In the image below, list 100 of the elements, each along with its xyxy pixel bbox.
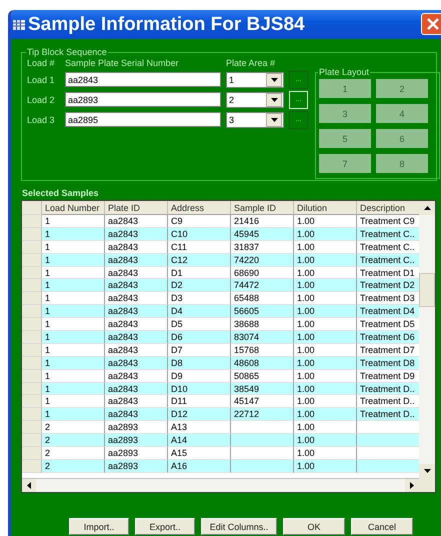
dialog-button[interactable]: Cancel: [351, 518, 413, 535]
table-cell: aa2843: [105, 331, 168, 344]
table-cell: D4: [168, 305, 231, 318]
table-cell: A16: [168, 460, 231, 473]
row-header[interactable]: [22, 318, 42, 332]
table-cell: C12: [168, 254, 231, 267]
table-cell: 1: [42, 408, 105, 422]
table-cell: 38549: [231, 382, 294, 396]
scroll-right-icon[interactable]: [410, 482, 414, 489]
load-label: Load 2: [27, 94, 56, 104]
table-cell: 1: [42, 228, 105, 241]
row-header[interactable]: [22, 305, 42, 318]
dialog-button[interactable]: OK: [283, 518, 345, 535]
table-cell: 1.00: [294, 254, 357, 267]
table-cell: 74220: [231, 254, 294, 267]
area-dropdown[interactable]: 3: [226, 112, 284, 128]
row-header[interactable]: [22, 434, 42, 448]
row-header[interactable]: [22, 215, 42, 228]
column-header[interactable]: Description: [357, 201, 419, 215]
scroll-left-icon[interactable]: [27, 482, 31, 489]
table-cell: aa2843: [105, 382, 168, 396]
table-cell: 1.00: [294, 331, 357, 344]
table-cell: 48608: [231, 356, 294, 370]
horizontal-scrollbar[interactable]: [22, 478, 419, 492]
scroll-down-icon[interactable]: [424, 469, 430, 473]
column-header[interactable]: Address: [168, 201, 231, 215]
table-cell: 1: [42, 254, 105, 267]
area-dropdown[interactable]: 1: [226, 72, 284, 88]
row-header[interactable]: [22, 266, 42, 280]
row-header[interactable]: [22, 292, 42, 306]
row-header[interactable]: [22, 240, 42, 254]
table-cell: aa2843: [105, 305, 168, 318]
scroll-up-icon[interactable]: [424, 206, 430, 210]
row-header[interactable]: [22, 447, 42, 460]
row-header[interactable]: [22, 460, 42, 473]
row-header[interactable]: [22, 279, 42, 292]
row-header: [22, 201, 42, 215]
serial-field[interactable]: aa2843: [65, 72, 221, 87]
table-cell: 83074: [231, 331, 294, 344]
column-label: Plate Area #: [226, 58, 276, 68]
table-cell: 1.00: [294, 279, 357, 292]
table-cell: 1.00: [294, 305, 357, 318]
row-header[interactable]: [22, 408, 42, 422]
scroll-thumb[interactable]: [419, 273, 435, 307]
dropdown-arrow-icon: [270, 98, 278, 102]
table-cell: C10: [168, 228, 231, 241]
table-cell: 1: [42, 305, 105, 318]
table-cell: 56605: [231, 305, 294, 318]
row-header[interactable]: [22, 370, 42, 383]
dropdown-arrow-icon: [270, 78, 278, 82]
table-cell: 1.00: [294, 382, 357, 396]
row-header[interactable]: [22, 382, 42, 396]
app-icon: [13, 18, 25, 30]
table-cell: aa2893: [105, 434, 168, 448]
table-cell: D2: [168, 279, 231, 292]
dropdown-arrow-icon: [270, 118, 278, 122]
column-header[interactable]: Sample ID: [231, 201, 294, 215]
table-cell: 2: [42, 460, 105, 473]
table-cell: 1.00: [294, 228, 357, 241]
table-cell: aa2843: [105, 408, 168, 422]
window-title: Sample Information For BJS84: [28, 14, 305, 36]
column-label: Load #: [27, 58, 56, 68]
row-header[interactable]: [22, 395, 42, 408]
row-header[interactable]: [22, 228, 42, 241]
column-header[interactable]: Plate ID: [105, 201, 168, 215]
serial-field[interactable]: aa2893: [65, 92, 221, 107]
table-cell: 2: [42, 434, 105, 448]
table-cell: 45945: [231, 228, 294, 241]
table-cell: aa2843: [105, 356, 168, 370]
row-header[interactable]: [22, 331, 42, 344]
dialog-button[interactable]: Import..: [69, 518, 129, 535]
table-cell: aa2843: [105, 254, 168, 267]
table-cell: 1: [42, 382, 105, 396]
table-cell: 1.00: [294, 460, 357, 473]
table-cell: D6: [168, 331, 231, 344]
column-header[interactable]: Dilution: [294, 201, 357, 215]
vertical-scrollbar[interactable]: [419, 201, 435, 478]
dialog-button[interactable]: Export..: [135, 518, 195, 535]
column-label: Sample Plate Serial Number: [65, 58, 180, 68]
serial-field[interactable]: aa2895: [65, 112, 221, 127]
row-header[interactable]: [22, 421, 42, 434]
row-header[interactable]: [22, 344, 42, 357]
column-header[interactable]: Load Number: [42, 201, 105, 215]
close-icon: [427, 18, 439, 30]
dialog-button[interactable]: Edit Columns..: [201, 518, 277, 535]
table-cell: aa2893: [105, 460, 168, 473]
table-cell: 1.00: [294, 356, 357, 370]
table-cell: 1.00: [294, 408, 357, 422]
close-button[interactable]: [421, 13, 441, 35]
load-label: Load 1: [27, 74, 56, 84]
table-cell: D10: [168, 382, 231, 396]
table-cell: 1: [42, 331, 105, 344]
table-cell: 1: [42, 356, 105, 370]
load-label: Load 3: [27, 114, 56, 124]
table-cell: 74472: [231, 279, 294, 292]
table-cell: aa2843: [105, 279, 168, 292]
row-header[interactable]: [22, 254, 42, 267]
area-dropdown[interactable]: 2: [226, 92, 284, 108]
row-header[interactable]: [22, 356, 42, 370]
table-cell: 1.00: [294, 434, 357, 448]
